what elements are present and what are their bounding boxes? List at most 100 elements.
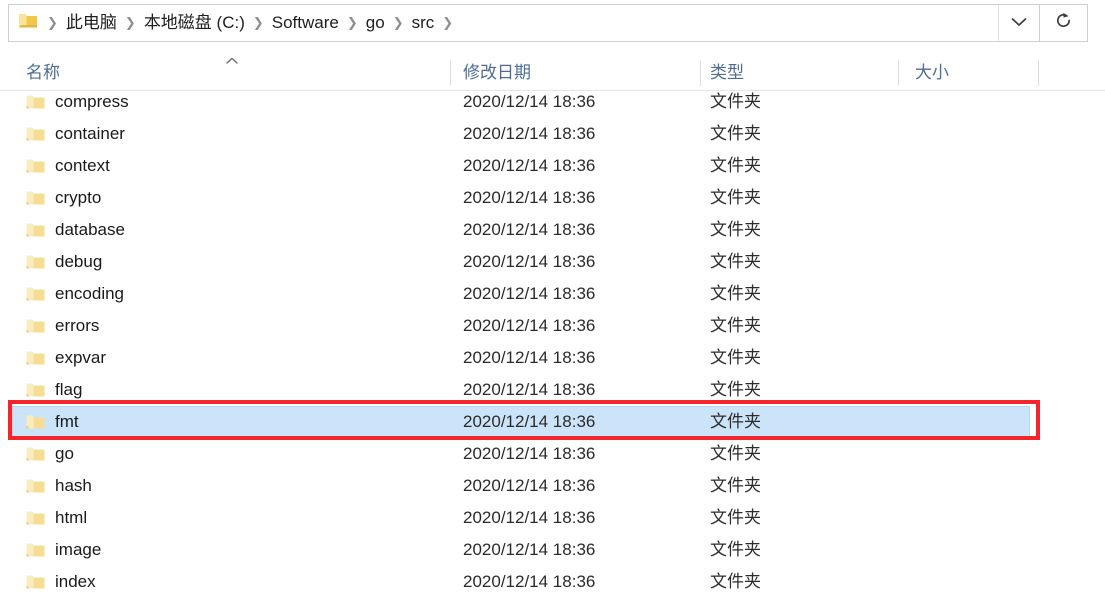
file-row[interactable]: debug 2020/12/14 18:36 文件夹 — [0, 246, 1105, 278]
file-row[interactable]: flag 2020/12/14 18:36 文件夹 — [0, 374, 1105, 406]
folder-icon — [26, 350, 45, 366]
file-name-cell[interactable]: errors — [26, 310, 99, 342]
file-name-cell[interactable]: html — [26, 502, 87, 534]
file-row[interactable]: crypto 2020/12/14 18:36 文件夹 — [0, 182, 1105, 214]
breadcrumb-item-go[interactable]: go — [363, 5, 388, 41]
folder-icon — [26, 542, 45, 558]
address-bar-row: ❯ 此电脑 ❯ 本地磁盘 (C:) ❯ Software ❯ go ❯ src … — [0, 0, 1105, 46]
file-name-cell[interactable]: image — [26, 534, 101, 566]
file-name-cell[interactable]: go — [26, 438, 74, 470]
breadcrumb-separator-2: ❯ — [252, 15, 264, 30]
breadcrumb-item-local-disk-c[interactable]: 本地磁盘 (C:) — [141, 5, 248, 41]
file-date-cell: 2020/12/14 18:36 — [463, 444, 596, 463]
file-date-cell: 2020/12/14 18:36 — [463, 284, 596, 303]
file-date-cell: 2020/12/14 18:36 — [463, 572, 596, 591]
file-name-label: index — [55, 572, 96, 591]
file-row[interactable]: index 2020/12/14 18:36 文件夹 — [0, 566, 1105, 596]
column-divider-2[interactable] — [700, 60, 701, 86]
breadcrumb-separator-1: ❯ — [124, 15, 136, 30]
folder-icon — [26, 510, 45, 526]
file-name-label: database — [55, 220, 125, 239]
file-name-label: errors — [55, 316, 100, 335]
column-header-name[interactable]: 名称 — [26, 56, 60, 90]
folder-icon — [26, 574, 45, 590]
file-type-cell: 文件夹 — [710, 220, 761, 239]
file-row[interactable]: container 2020/12/14 18:36 文件夹 — [0, 118, 1105, 150]
file-name-label: debug — [55, 252, 103, 271]
file-type-cell: 文件夹 — [710, 188, 761, 207]
file-name-cell[interactable]: index — [26, 566, 96, 596]
file-row[interactable]: expvar 2020/12/14 18:36 文件夹 — [0, 342, 1105, 374]
column-divider-3[interactable] — [898, 60, 899, 86]
breadcrumb-item-src[interactable]: src — [409, 5, 438, 41]
breadcrumb: ❯ 此电脑 ❯ 本地磁盘 (C:) ❯ Software ❯ go ❯ src … — [42, 5, 998, 41]
file-name-label: context — [55, 156, 110, 175]
file-list[interactable]: compress 2020/12/14 18:36 文件夹 container 2020… — [0, 90, 1105, 596]
file-name-cell[interactable]: fmt — [26, 406, 79, 438]
file-name-cell[interactable]: hash — [26, 470, 92, 502]
folder-icon — [26, 382, 45, 398]
address-bar[interactable]: ❯ 此电脑 ❯ 本地磁盘 (C:) ❯ Software ❯ go ❯ src … — [8, 4, 1040, 42]
file-name-cell[interactable]: context — [26, 150, 110, 182]
breadcrumb-separator-5: ❯ — [442, 15, 454, 30]
folder-icon — [26, 158, 45, 174]
file-type-cell: 文件夹 — [710, 316, 761, 335]
folder-icon — [26, 318, 45, 334]
file-name-cell[interactable]: crypto — [26, 182, 101, 214]
file-type-cell: 文件夹 — [710, 284, 761, 303]
file-type-cell: 文件夹 — [710, 540, 761, 559]
file-type-cell: 文件夹 — [710, 156, 761, 175]
file-row[interactable]: context 2020/12/14 18:36 文件夹 — [0, 150, 1105, 182]
file-date-cell: 2020/12/14 18:36 — [463, 476, 596, 495]
column-header-type[interactable]: 类型 — [710, 56, 744, 90]
file-row[interactable]: html 2020/12/14 18:36 文件夹 — [0, 502, 1105, 534]
column-header-row: 名称 修改日期 类型 大小 — [0, 56, 1105, 91]
file-type-cell: 文件夹 — [710, 92, 761, 111]
file-name-cell[interactable]: expvar — [26, 342, 106, 374]
file-date-cell: 2020/12/14 18:36 — [463, 92, 596, 111]
file-name-label: flag — [55, 380, 83, 399]
file-name-label: compress — [55, 92, 129, 111]
file-row[interactable]: go 2020/12/14 18:36 文件夹 — [0, 438, 1105, 470]
file-name-label: image — [55, 540, 102, 559]
file-row[interactable]: fmt 2020/12/14 18:36 文件夹 — [0, 406, 1105, 438]
file-name-label: expvar — [55, 348, 107, 367]
folder-icon — [26, 126, 45, 142]
file-row[interactable]: hash 2020/12/14 18:36 文件夹 — [0, 470, 1105, 502]
file-name-label: encoding — [55, 284, 125, 303]
file-row[interactable]: database 2020/12/14 18:36 文件夹 — [0, 214, 1105, 246]
file-row[interactable]: image 2020/12/14 18:36 文件夹 — [0, 534, 1105, 566]
refresh-button[interactable] — [1040, 4, 1088, 42]
file-date-cell: 2020/12/14 18:36 — [463, 380, 596, 399]
file-row[interactable]: encoding 2020/12/14 18:36 文件夹 — [0, 278, 1105, 310]
file-name-label: container — [55, 124, 125, 143]
column-divider-1[interactable] — [450, 60, 451, 86]
breadcrumb-item-software[interactable]: Software — [269, 5, 342, 41]
breadcrumb-item-this-pc[interactable]: 此电脑 — [63, 5, 120, 41]
file-name-label: hash — [55, 476, 92, 495]
file-type-cell: 文件夹 — [710, 380, 761, 399]
column-divider-4[interactable] — [1038, 60, 1039, 86]
file-rows-container: compress 2020/12/14 18:36 文件夹 container 2020… — [0, 90, 1105, 596]
file-name-label: fmt — [55, 412, 79, 431]
file-name-cell[interactable]: encoding — [26, 278, 124, 310]
column-header-size[interactable]: 大小 — [915, 56, 949, 90]
refresh-icon — [1054, 11, 1073, 35]
file-date-cell: 2020/12/14 18:36 — [463, 156, 596, 175]
file-name-cell[interactable]: flag — [26, 374, 82, 406]
file-name-cell[interactable]: container — [26, 118, 125, 150]
file-name-cell[interactable]: database — [26, 214, 125, 246]
folder-icon — [26, 222, 45, 238]
file-name-cell[interactable]: debug — [26, 246, 102, 278]
file-name-label: go — [55, 444, 74, 463]
file-type-cell: 文件夹 — [710, 348, 761, 367]
file-explorer-window: ❯ 此电脑 ❯ 本地磁盘 (C:) ❯ Software ❯ go ❯ src … — [0, 0, 1105, 596]
file-row[interactable]: compress 2020/12/14 18:36 文件夹 — [0, 90, 1105, 118]
column-header-date-modified[interactable]: 修改日期 — [463, 56, 531, 90]
address-bar-dropdown-button[interactable] — [998, 5, 1039, 41]
file-name-label: crypto — [55, 188, 102, 207]
folder-icon — [26, 414, 45, 430]
file-type-cell: 文件夹 — [710, 124, 761, 143]
file-name-cell[interactable]: compress — [26, 90, 129, 118]
file-row[interactable]: errors 2020/12/14 18:36 文件夹 — [0, 310, 1105, 342]
